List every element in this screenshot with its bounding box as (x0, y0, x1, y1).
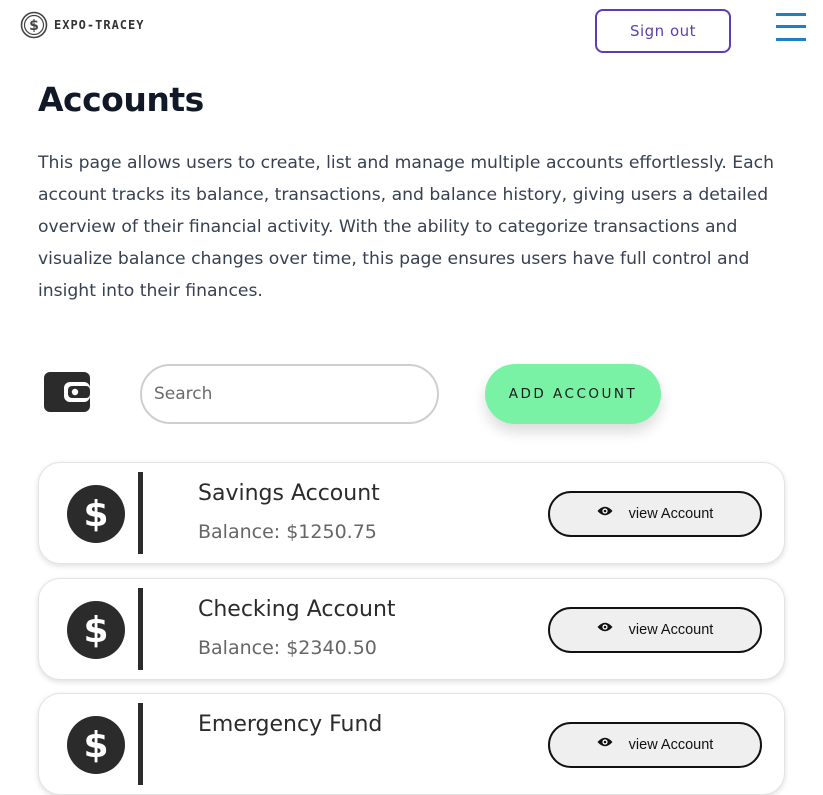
page-description: This page allows users to create, list a… (38, 153, 775, 301)
eye-icon (597, 622, 613, 632)
hamburger-menu-icon[interactable] (776, 11, 806, 43)
view-account-button[interactable]: view Account (548, 491, 762, 537)
card-divider (138, 703, 143, 785)
eye-icon (597, 506, 613, 516)
card-divider (138, 472, 143, 554)
dollar-circle-icon: $ (67, 601, 125, 659)
eye-icon (597, 737, 613, 747)
view-account-label: view Account (628, 622, 714, 638)
view-account-button[interactable]: view Account (548, 722, 762, 768)
wallet-icon (44, 372, 90, 412)
dollar-coin-icon: $ (20, 11, 48, 39)
account-name: Checking Account (198, 597, 396, 622)
view-account-button[interactable]: view Account (548, 607, 762, 653)
account-balance: Balance: $2340.50 (198, 637, 377, 659)
account-balance: Balance: $1250.75 (198, 521, 377, 543)
sign-out-button[interactable]: Sign out (595, 9, 731, 53)
dollar-circle-icon: $ (67, 716, 125, 774)
page-title: Accounts (38, 80, 204, 119)
search-input[interactable] (140, 364, 439, 424)
svg-text:$: $ (29, 18, 39, 34)
brand-logo[interactable]: $ EXPO-TRACEY (20, 11, 144, 39)
top-navbar: $ EXPO-TRACEY Sign out (0, 0, 823, 62)
view-account-label: view Account (628, 506, 714, 522)
account-card: $ Emergency Fund view Account (38, 693, 785, 795)
view-account-label: view Account (628, 737, 714, 753)
brand-name: EXPO-TRACEY (54, 18, 145, 32)
account-card: $ Savings Account Balance: $1250.75 view… (38, 462, 785, 564)
account-card: $ Checking Account Balance: $2340.50 vie… (38, 578, 785, 680)
account-name: Savings Account (198, 481, 380, 506)
dollar-circle-icon: $ (67, 485, 125, 543)
card-divider (138, 588, 143, 670)
add-account-button[interactable]: ADD ACCOUNT (485, 364, 661, 424)
account-name: Emergency Fund (198, 712, 383, 737)
